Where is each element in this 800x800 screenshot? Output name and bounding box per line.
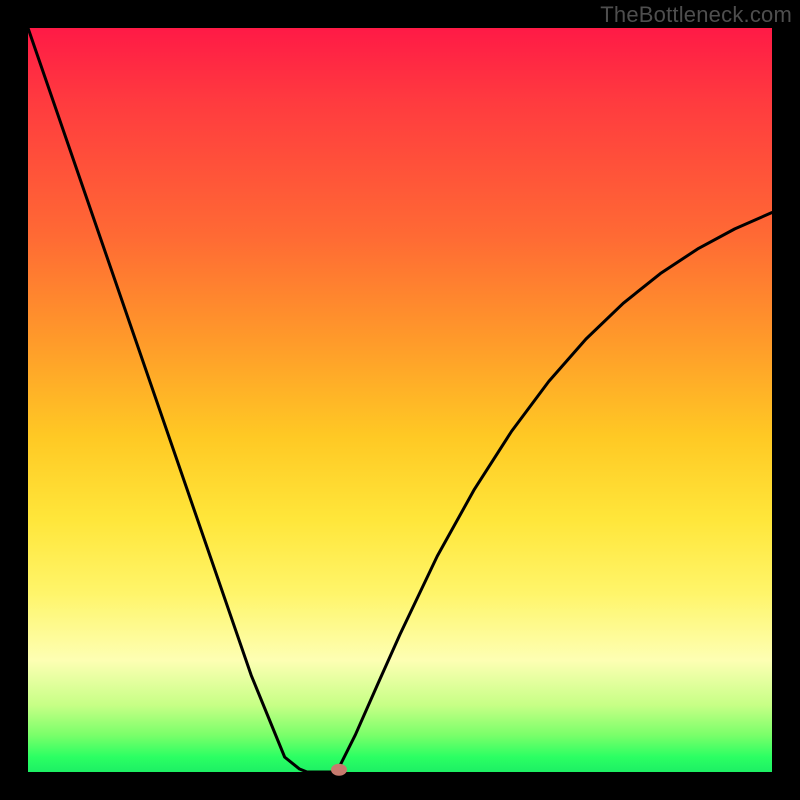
chart-frame: TheBottleneck.com	[0, 0, 800, 800]
plot-area	[28, 28, 772, 772]
watermark-text: TheBottleneck.com	[600, 2, 792, 28]
curve-svg	[28, 28, 772, 772]
valley-marker	[331, 764, 347, 776]
bottleneck-curve	[28, 28, 772, 772]
